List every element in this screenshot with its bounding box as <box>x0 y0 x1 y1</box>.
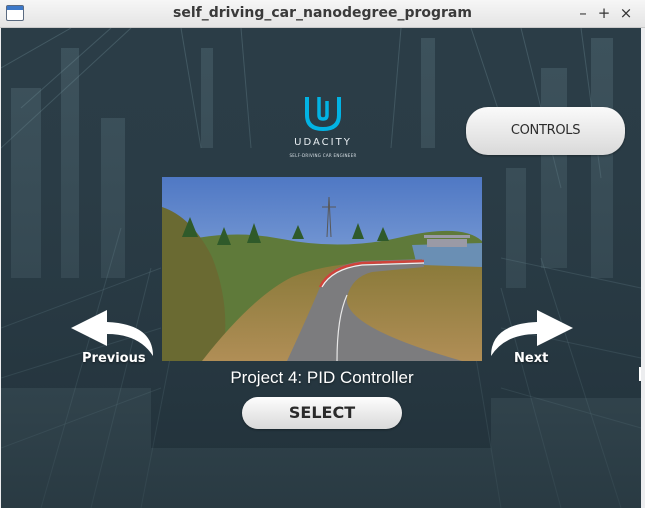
select-button[interactable]: SELECT <box>242 397 402 429</box>
logo-subtitle: SELF-DRIVING CAR ENGINEER <box>289 153 357 158</box>
curved-arrow-left-icon[interactable] <box>69 308 155 356</box>
minimize-button[interactable]: – <box>573 3 593 23</box>
logo-brand-text: UDACITY <box>294 137 352 148</box>
project-title: Project 4: PID Controller <box>230 368 414 387</box>
controls-button[interactable]: CONTROLS <box>466 107 625 155</box>
udacity-logo: UDACITY SELF-DRIVING CAR ENGINEER <box>281 95 361 165</box>
maximize-button[interactable]: + <box>594 3 614 23</box>
application-window: self_driving_car_nanodegree_program – + … <box>0 0 645 508</box>
curved-arrow-right-icon[interactable] <box>489 308 575 356</box>
previous-button[interactable]: Previous <box>82 351 146 366</box>
next-button[interactable]: Next <box>514 351 548 366</box>
simulator-menu-screen: UDACITY SELF-DRIVING CAR ENGINEER CONTRO… <box>1 28 641 508</box>
window-title: self_driving_car_nanodegree_program <box>173 5 472 21</box>
close-button[interactable]: × <box>616 3 636 23</box>
title-bar[interactable]: self_driving_car_nanodegree_program – + … <box>0 0 645 28</box>
udacity-u-icon <box>305 97 341 131</box>
window-right-border <box>641 28 645 508</box>
track-preview-image <box>162 177 482 361</box>
